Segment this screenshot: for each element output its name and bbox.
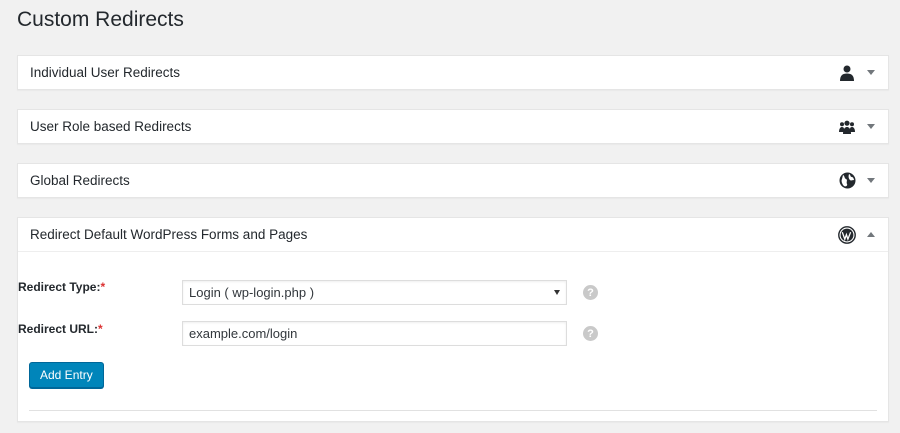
chevron-down-icon[interactable] xyxy=(864,174,878,188)
add-entry-button[interactable]: Add Entry xyxy=(29,362,104,388)
redirect-type-label: Redirect Type:* xyxy=(18,280,106,294)
panel-title: User Role based Redirects xyxy=(30,119,192,134)
panel-global-redirects: Global Redirects xyxy=(17,163,889,198)
select-value: Login ( wp-login.php ) xyxy=(189,285,315,300)
page-title: Custom Redirects xyxy=(17,8,184,31)
panel-title: Redirect Default WordPress Forms and Pag… xyxy=(30,227,308,242)
users-group-icon xyxy=(838,118,856,136)
panel-header[interactable]: User Role based Redirects xyxy=(18,110,888,143)
wordpress-icon xyxy=(838,225,856,244)
divider xyxy=(29,410,877,411)
redirect-url-label: Redirect URL:* xyxy=(18,322,103,336)
globe-icon xyxy=(838,172,856,190)
panel-title: Individual User Redirects xyxy=(30,65,181,80)
panel-user-role-redirects: User Role based Redirects xyxy=(17,109,889,144)
panel-title: Global Redirects xyxy=(30,173,130,188)
panel-individual-user-redirects: Individual User Redirects xyxy=(17,55,889,90)
panel-header[interactable]: Global Redirects xyxy=(18,164,888,197)
input-value: example.com/login xyxy=(189,326,298,341)
redirect-type-select[interactable]: Login ( wp-login.php ) xyxy=(182,280,567,305)
panel-default-wordpress-forms: Redirect Default WordPress Forms and Pag… xyxy=(17,217,889,422)
chevron-down-icon xyxy=(554,290,560,295)
panel-header[interactable]: Individual User Redirects xyxy=(18,56,888,89)
redirect-url-input[interactable]: example.com/login xyxy=(182,321,567,346)
panel-body: Redirect Type:* Login ( wp-login.php ) ?… xyxy=(18,251,888,422)
user-icon xyxy=(838,64,856,82)
help-icon[interactable]: ? xyxy=(583,285,598,300)
help-icon[interactable]: ? xyxy=(583,326,598,341)
chevron-up-icon[interactable] xyxy=(864,228,878,242)
chevron-down-icon[interactable] xyxy=(864,120,878,134)
chevron-down-icon[interactable] xyxy=(864,66,878,80)
panel-header[interactable]: Redirect Default WordPress Forms and Pag… xyxy=(18,218,888,251)
